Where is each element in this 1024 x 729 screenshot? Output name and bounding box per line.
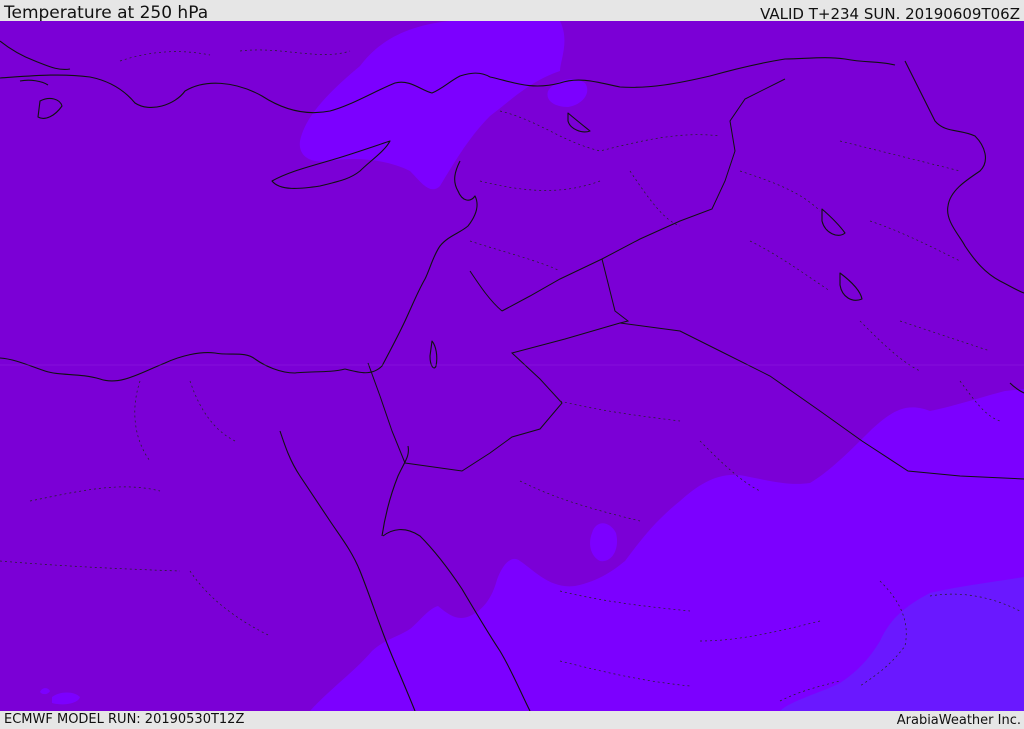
- map-header: Temperature at 250 hPa VALID T+234 SUN. …: [0, 0, 1024, 23]
- model-run: ECMWF MODEL RUN: 20190530T12Z: [4, 712, 245, 727]
- weather-map[interactable]: [0, 21, 1024, 711]
- brand-credit: ArabiaWeather Inc.: [896, 713, 1021, 728]
- map-footer: ECMWF MODEL RUN: 20190530T12Z ArabiaWeat…: [0, 711, 1024, 729]
- map-canvas: [0, 21, 1024, 711]
- map-title: Temperature at 250 hPa: [4, 3, 209, 23]
